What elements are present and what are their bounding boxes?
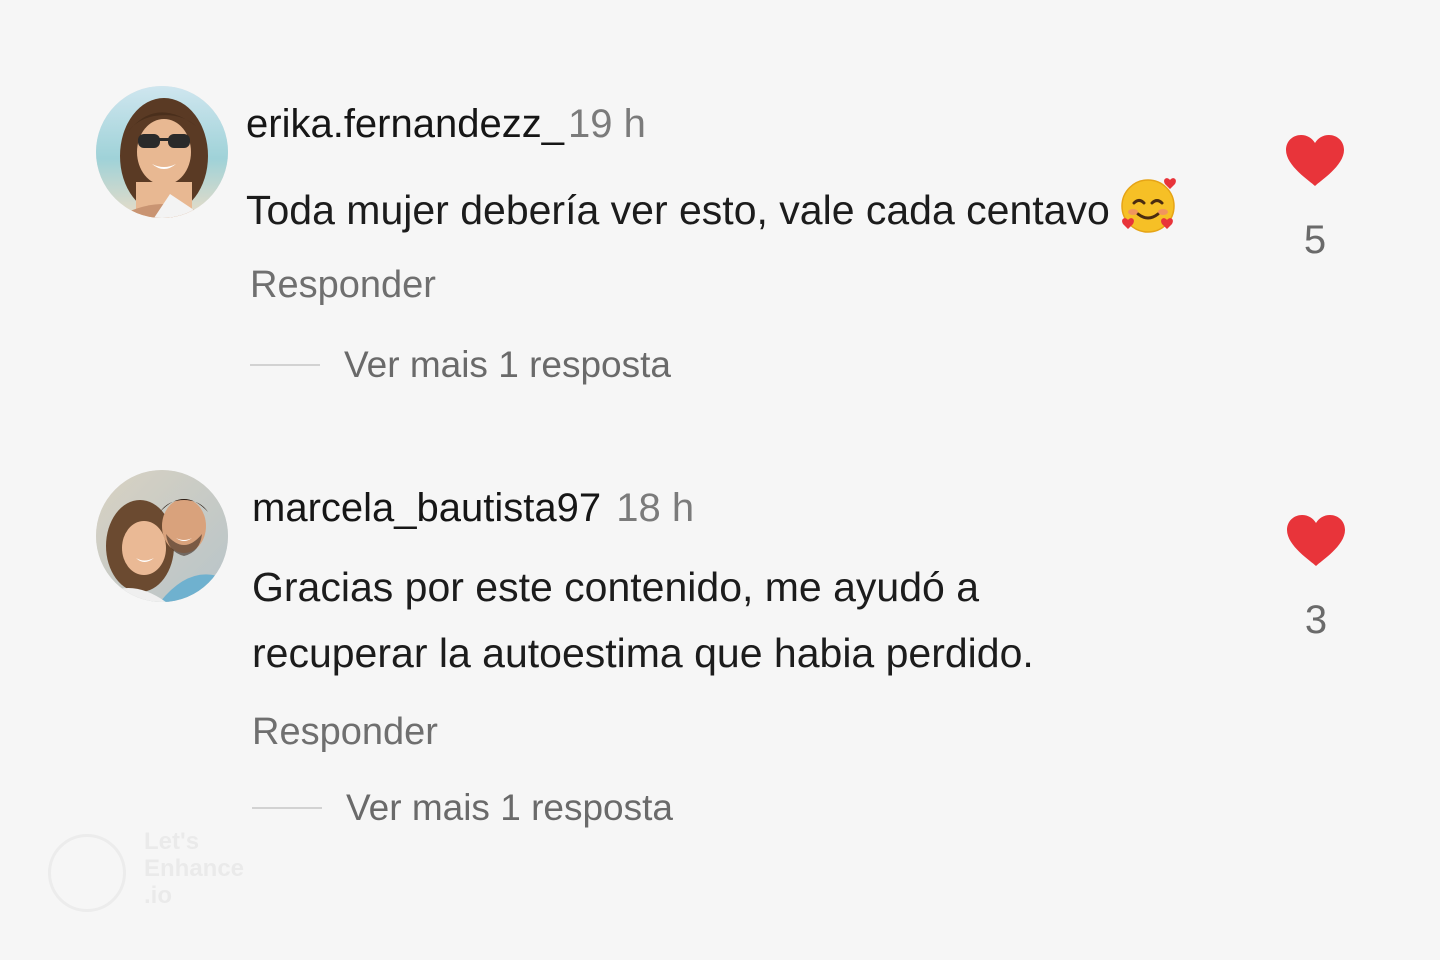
comment-header: erika.fernandezz_ 19 h	[246, 100, 646, 148]
view-replies-button[interactable]: Ver mais 1 resposta	[250, 343, 671, 387]
heart-icon[interactable]	[1284, 134, 1346, 188]
username[interactable]: marcela_bautista97	[252, 486, 601, 530]
comment-time: 18 h	[616, 486, 695, 530]
reply-button[interactable]: Responder	[250, 263, 436, 307]
like-count: 5	[1303, 218, 1327, 262]
username[interactable]: erika.fernandezz_	[246, 102, 564, 146]
comment-text: Gracias por este contenido, me ayudó a r…	[252, 554, 1034, 686]
reply-button[interactable]: Responder	[252, 710, 438, 754]
divider	[250, 364, 320, 366]
watermark-text: Let's Enhance .io	[144, 828, 245, 909]
comment-time: 19 h	[567, 102, 646, 146]
avatar[interactable]	[96, 470, 228, 602]
comment-text-line: recuperar la autoestima que habia perdid…	[252, 630, 1034, 676]
view-replies-label: Ver mais 1 resposta	[346, 787, 673, 828]
avatar[interactable]	[96, 86, 228, 218]
comment-text-line: Gracias por este contenido, me ayudó a	[252, 564, 980, 610]
watermark-icon	[48, 834, 126, 912]
divider	[252, 807, 322, 809]
view-replies-label: Ver mais 1 resposta	[344, 344, 671, 385]
watermark-logo: Let's Enhance .io	[48, 828, 278, 918]
like-control: 3	[1276, 514, 1356, 644]
heart-icon[interactable]	[1285, 514, 1347, 568]
like-count: 3	[1304, 598, 1328, 642]
comment-header: marcela_bautista97 18 h	[252, 484, 694, 532]
smiling-face-with-hearts-icon	[1120, 176, 1180, 253]
view-replies-button[interactable]: Ver mais 1 resposta	[252, 786, 673, 830]
like-control: 5	[1275, 134, 1355, 264]
comment-text-line: Toda mujer debería ver esto, vale cada c…	[246, 187, 1110, 233]
comment-text: Toda mujer debería ver esto, vale cada c…	[246, 176, 1180, 253]
